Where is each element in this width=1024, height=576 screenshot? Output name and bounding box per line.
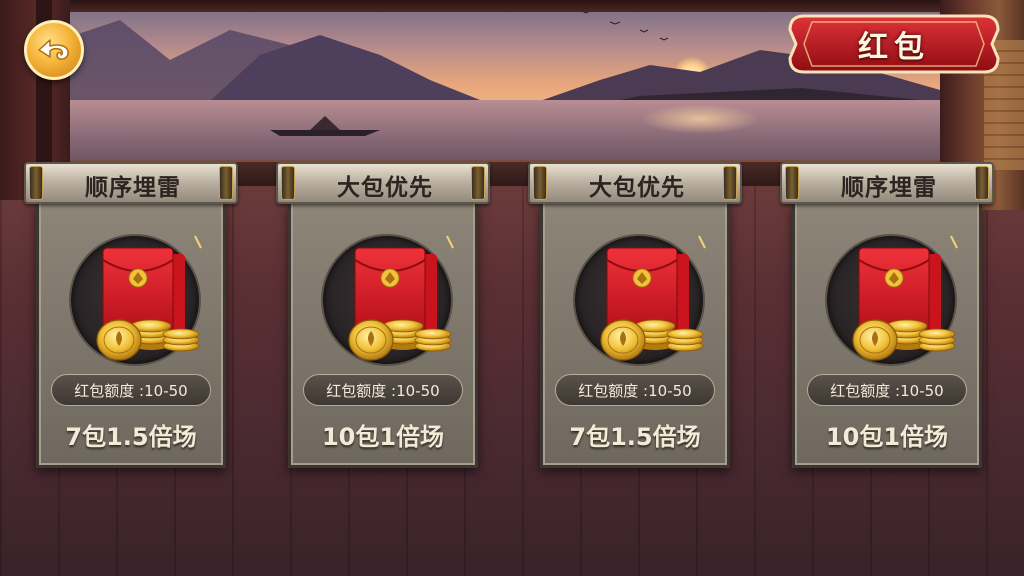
title-plaque: 红包 — [784, 10, 1004, 78]
scroll-cap — [29, 166, 43, 200]
card-header-scroll: 大包优先 — [528, 162, 742, 204]
room-description: 10包1倍场 — [321, 422, 445, 451]
card-panel: 红包额度 :10-50 7包1.5倍场 — [540, 202, 730, 468]
room-description: 10包1倍场 — [825, 422, 949, 451]
red-envelope-coins-icon — [852, 235, 958, 361]
room-card[interactable]: 红包额度 :10-50 10包1倍场 顺序埋雷 — [780, 162, 994, 472]
card-header-scroll: 大包优先 — [276, 162, 490, 204]
card-panel: 红包额度 :10-50 10包1倍场 — [288, 202, 478, 468]
back-button[interactable] — [24, 20, 84, 80]
cloud-arrow-back-icon — [38, 39, 69, 60]
red-envelope-coins-icon — [96, 235, 202, 361]
sun-reflection — [640, 104, 760, 134]
scroll-cap — [533, 166, 547, 200]
quota-label: 红包额度 :10-50 — [51, 374, 211, 406]
red-envelope-coins-icon — [600, 235, 706, 361]
card-panel: 红包额度 :10-50 7包1.5倍场 — [36, 202, 226, 468]
scroll-cap — [785, 166, 799, 200]
room-description: 7包1.5倍场 — [569, 422, 701, 451]
quota-label: 红包额度 :10-50 — [807, 374, 967, 406]
scroll-cap — [975, 166, 989, 200]
red-envelope-coins-icon — [348, 235, 454, 361]
room-description: 7包1.5倍场 — [65, 422, 197, 451]
room-card[interactable]: 红包额度 :10-50 7包1.5倍场 顺序埋雷 — [24, 162, 238, 472]
room-title: 顺序埋雷 — [841, 175, 937, 201]
scroll-cap — [281, 166, 295, 200]
room-title: 大包优先 — [589, 175, 685, 201]
boat-silhouette — [270, 116, 380, 136]
quota-label: 红包额度 :10-50 — [303, 374, 463, 406]
scroll-cap — [723, 166, 737, 200]
room-title: 大包优先 — [337, 175, 433, 201]
scroll-cap — [219, 166, 233, 200]
card-header-scroll: 顺序埋雷 — [24, 162, 238, 204]
card-header-scroll: 顺序埋雷 — [780, 162, 994, 204]
room-title: 顺序埋雷 — [85, 175, 181, 201]
quota-label: 红包额度 :10-50 — [555, 374, 715, 406]
room-card[interactable]: 红包额度 :10-50 7包1.5倍场 大包优先 — [528, 162, 742, 472]
page-title: 红包 — [858, 30, 930, 65]
room-card[interactable]: 红包额度 :10-50 10包1倍场 大包优先 — [276, 162, 490, 472]
card-panel: 红包额度 :10-50 10包1倍场 — [792, 202, 982, 468]
scroll-cap — [471, 166, 485, 200]
